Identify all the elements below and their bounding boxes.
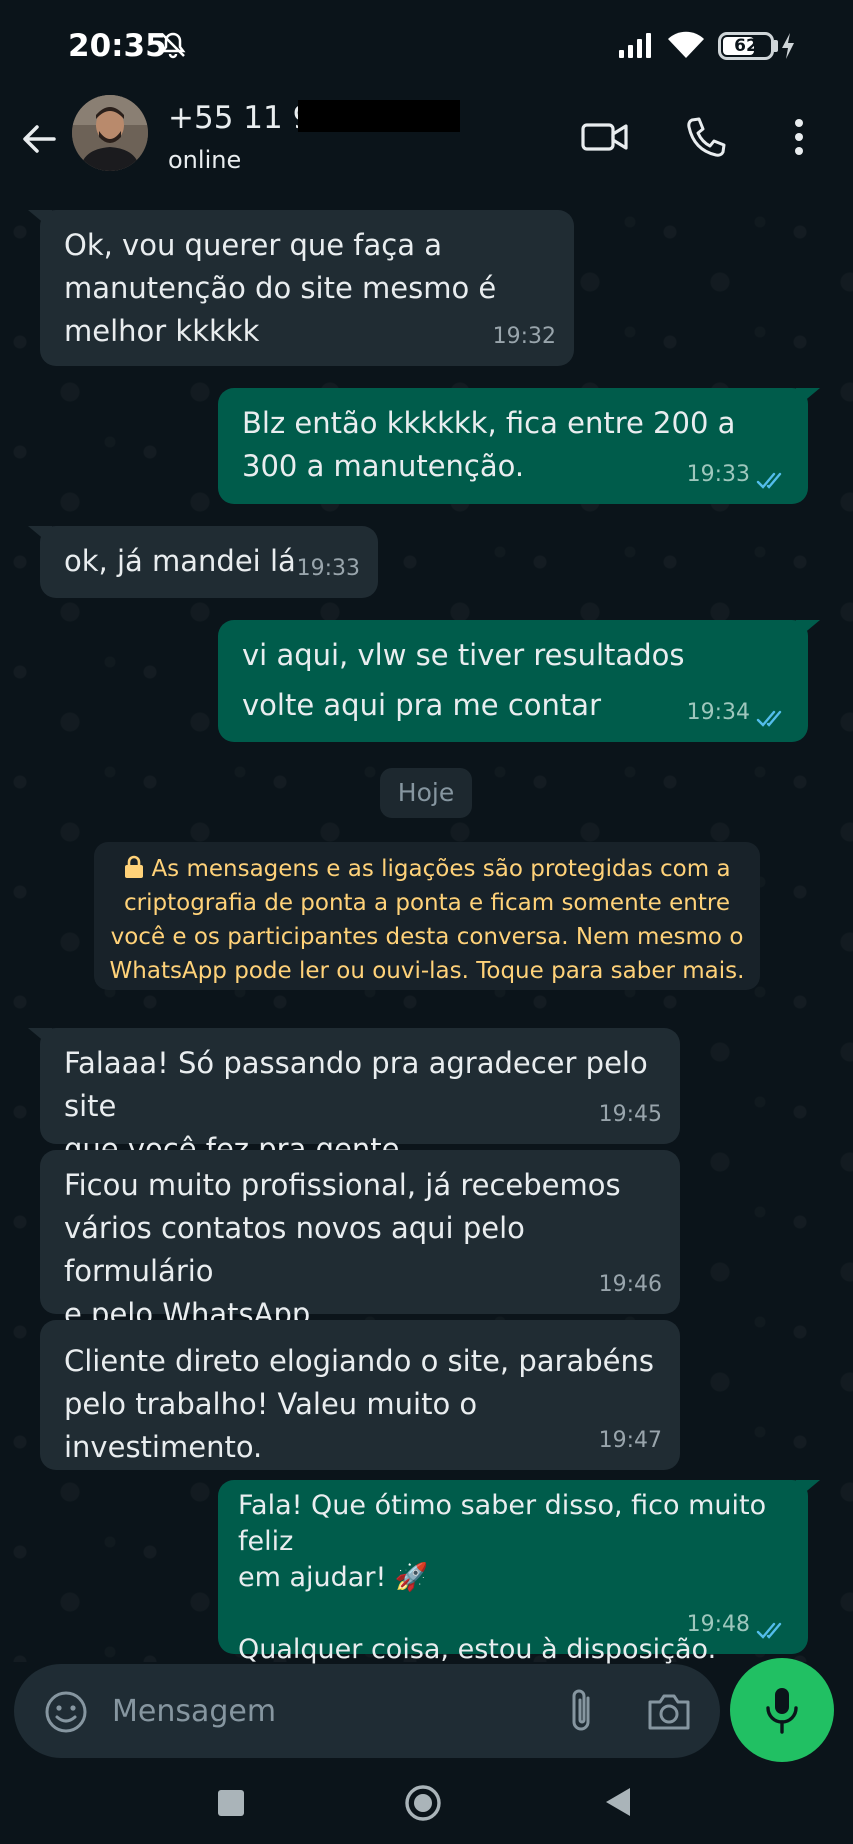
encryption-notice-line: criptografia de ponta a ponta e ficam so… — [124, 890, 730, 916]
mic-button[interactable] — [730, 1658, 834, 1762]
home-button[interactable] — [404, 1784, 442, 1822]
message-text: ok, já mandei lá — [64, 544, 296, 578]
encryption-notice-line: WhatsApp pode ler ou ouvi-las. Toque par… — [109, 958, 745, 984]
encryption-notice-line: você e os participantes desta conversa. … — [110, 924, 744, 950]
more-vertical-icon[interactable] — [774, 114, 824, 160]
message-time: 19:48 — [686, 1612, 750, 1637]
bubble-tail — [796, 388, 820, 408]
message-time: 19:45 — [598, 1102, 662, 1127]
message-incoming[interactable]: Cliente direto elogiando o site, parabén… — [40, 1320, 680, 1470]
redaction-bar — [298, 100, 460, 132]
contact-name[interactable]: +55 11 9 — [168, 100, 312, 136]
bell-off-icon — [160, 32, 186, 59]
message-time: 19:47 — [598, 1428, 662, 1453]
chat-messages[interactable]: Ok, vou querer que faça a manutenção do … — [0, 202, 853, 1665]
bubble-tail — [796, 620, 820, 640]
message-time: 19:32 — [492, 324, 556, 349]
recents-button[interactable] — [218, 1790, 244, 1816]
mic-icon — [766, 1688, 798, 1734]
message-time: 19:33 — [686, 462, 750, 487]
voice-call-icon[interactable] — [682, 114, 732, 160]
read-ticks-icon — [756, 472, 782, 489]
date-divider: Hoje — [380, 768, 472, 818]
bubble-tail — [28, 1028, 52, 1048]
message-outgoing[interactable]: Fala! Que ótimo saber disso, fico muito … — [218, 1480, 820, 1665]
message-incoming[interactable]: ok, já mandei lá 19:33 — [28, 526, 378, 598]
encryption-notice[interactable]: As mensagens e as ligações são protegida… — [94, 842, 760, 990]
message-text: vi aqui, vlw se tiver resultados volte a… — [242, 638, 685, 722]
message-time: 19:34 — [686, 700, 750, 725]
message-outgoing[interactable]: vi aqui, vlw se tiver resultados volte a… — [218, 620, 820, 742]
system-nav-bar — [0, 1770, 853, 1844]
contact-avatar[interactable] — [72, 95, 148, 171]
nav-back-button[interactable] — [604, 1786, 632, 1818]
message-input[interactable] — [112, 1682, 532, 1740]
chat-header: +55 11 9 online — [0, 90, 853, 202]
message-incoming[interactable]: Ok, vou querer que faça a manutenção do … — [28, 210, 574, 366]
bubble-tail — [28, 210, 52, 230]
message-time: 19:46 — [598, 1272, 662, 1297]
message-incoming[interactable]: Ficou muito profissional, já recebemos v… — [40, 1150, 680, 1331]
read-ticks-icon — [756, 1622, 782, 1639]
message-time: 19:33 — [296, 556, 360, 581]
emoji-icon[interactable] — [44, 1690, 88, 1734]
message-text: Ok, vou querer que faça a manutenção do … — [64, 228, 497, 348]
encryption-text: As mensagens e as ligações são protegida… — [151, 856, 731, 882]
back-arrow-icon[interactable] — [18, 118, 60, 160]
bubble-tail — [28, 526, 52, 546]
message-text: Cliente direto elogiando o site, parabén… — [64, 1344, 654, 1464]
encryption-notice-line: As mensagens e as ligações são protegida… — [94, 852, 760, 886]
message-incoming[interactable]: Falaaa! Só passando pra agradecer pelo s… — [28, 1028, 680, 1166]
wifi-icon — [668, 31, 704, 58]
contact-status: online — [168, 146, 242, 174]
video-call-icon[interactable] — [580, 114, 630, 160]
message-outgoing[interactable]: Blz então kkkkkk, fica entre 200 a 300 a… — [218, 388, 820, 504]
charging-icon — [782, 33, 794, 59]
status-bar: 20:35 62 — [0, 0, 853, 90]
message-text: Blz então kkkkkk, fica entre 200 a 300 a… — [242, 406, 736, 483]
read-ticks-icon — [756, 710, 782, 727]
battery-icon: 62 — [718, 32, 774, 60]
camera-icon[interactable] — [646, 1690, 692, 1732]
battery-percent: 62 — [734, 36, 758, 56]
message-composer — [14, 1664, 720, 1758]
status-time: 20:35 — [68, 28, 167, 64]
lock-icon — [125, 855, 144, 878]
avatar-photo — [72, 95, 148, 171]
signal-icon — [619, 33, 651, 58]
attach-icon[interactable] — [562, 1686, 600, 1736]
battery-tip — [774, 40, 778, 52]
message-text: Ficou muito profissional, já recebemos v… — [64, 1168, 621, 1331]
